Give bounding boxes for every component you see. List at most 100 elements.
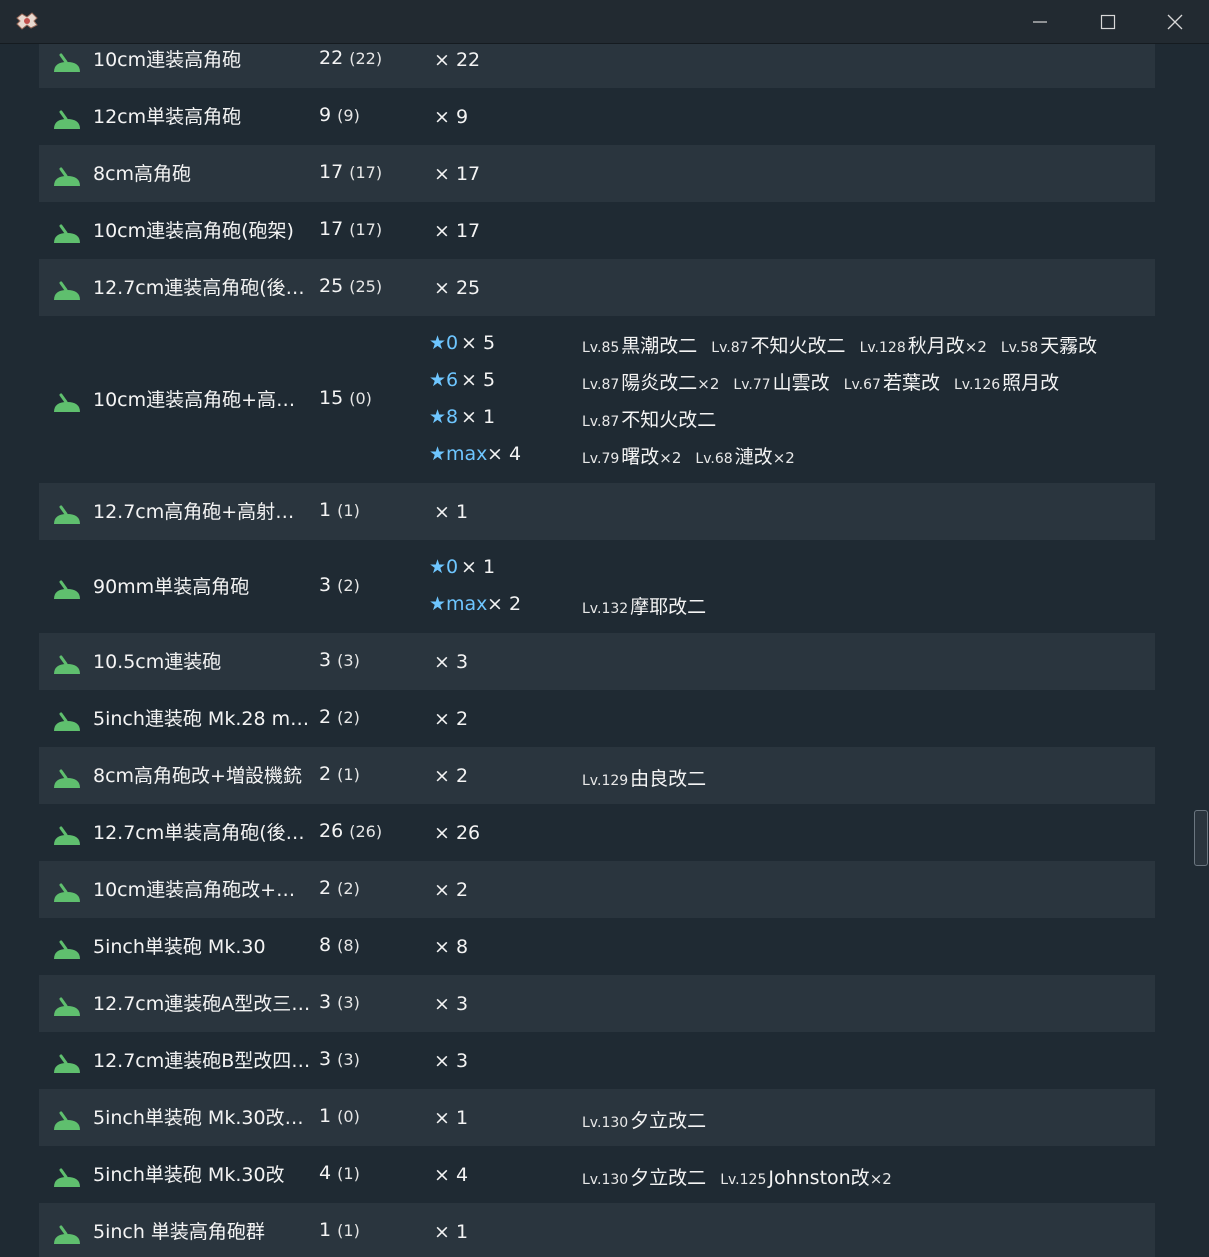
equipped-ships: Lv.79 曙改×2 Lv.68 漣改×2 (582, 442, 809, 469)
ship-entry[interactable]: Lv.129 由良改二 (582, 768, 706, 790)
improvement-line: ★max × 2 Lv.132 摩耶改二 (39, 586, 1155, 623)
ship-level: Lv.67 (843, 377, 881, 393)
quantity-multiplier: × 1 (434, 1106, 469, 1129)
ship-name: 不知火改二 (621, 409, 717, 431)
quantity-multiplier: × 17 (434, 162, 481, 185)
ship-level: Lv.130 (582, 1114, 629, 1131)
quantity-multiplier: × 1 (434, 500, 469, 523)
equipment-row[interactable]: 10cm連装高角砲 22 (22) × 22 (39, 44, 1155, 88)
ship-entry[interactable]: Lv.126 照月改 (954, 372, 1059, 394)
equipment-row[interactable]: 5inch単装砲 Mk.30 8 (8) × 8 (39, 918, 1155, 975)
ship-level: Lv.132 (582, 601, 629, 617)
quantity-multiplier: × 9 (434, 105, 469, 128)
improvement-line: × 2 Lv.129 由良改二 (39, 758, 1155, 795)
equipment-row[interactable]: 10cm連装高角砲(砲架) 17 (17) × 17 (39, 202, 1155, 259)
ship-name: Johnston改 (768, 1166, 870, 1189)
equipment-row[interactable]: 10.5cm連装砲 3 (3) × 3 (39, 633, 1155, 690)
ship-equip-count: ×2 (772, 449, 795, 467)
quantity-multiplier: × 17 (434, 219, 481, 242)
ship-level: Lv.79 (582, 451, 620, 467)
quantity-multiplier: × 3 (434, 650, 469, 673)
equipment-list-panel[interactable]: 10cm連装高角砲 22 (22) × 22 12cm単装高角砲 9 (9) × 9 8cm… (0, 44, 1209, 1257)
quantity-multiplier: × 2 (434, 764, 469, 787)
equipment-row[interactable]: 12.7cm単装高角砲(後… 26 (26) × 26 (39, 804, 1155, 861)
improvement-level: ★8 (429, 406, 459, 428)
equipment-row[interactable]: 5inch連装砲 Mk.28 mod.2 2 (2) × 2 (39, 690, 1155, 747)
improvement-line: × 3 (39, 644, 1155, 681)
improvement-line: × 1 (39, 494, 1155, 531)
ship-entry[interactable]: Lv.87 不知火改二 (582, 409, 716, 431)
equipment-row[interactable]: 12.7cm高角砲+高射装置 1 (1) × 1 (39, 483, 1155, 540)
ship-entry[interactable]: Lv.132 摩耶改二 (582, 596, 706, 618)
equipped-ships: Lv.85 黒潮改二 Lv.87 不知火改二 Lv.128 秋月改×2 Lv.58 天霧改 (582, 331, 1111, 358)
ship-level: Lv.129 (582, 772, 629, 789)
ship-name: 夕立改二 (630, 1109, 707, 1132)
equipment-row[interactable]: 10cm連装高角砲改+増… 2 (2) × 2 (39, 861, 1155, 918)
improvement-line: × 17 (39, 213, 1155, 250)
equipment-row[interactable]: 8cm高角砲 17 (17) × 17 (39, 145, 1155, 202)
improvement-line: ★max × 4 Lv.79 曙改×2 Lv.68 漣改×2 (39, 436, 1155, 473)
ship-name: 山雲改 (772, 372, 830, 394)
ship-entry[interactable]: Lv.85 黒潮改二 (582, 335, 697, 357)
equipped-ships: Lv.130 夕立改二 Lv.125 Johnston改×2 (582, 1163, 906, 1190)
equipment-row[interactable]: 12.7cm連装砲B型改四(… 3 (3) × 3 (39, 1032, 1155, 1089)
ship-equip-count: ×2 (697, 375, 720, 393)
ship-level: Lv.87 (711, 340, 749, 356)
quantity-multiplier: × 5 (461, 369, 496, 391)
ship-entry[interactable]: Lv.128 秋月改×2 (860, 335, 987, 357)
ship-entry[interactable]: Lv.68 漣改×2 (695, 446, 794, 468)
app-logo-icon (16, 12, 38, 30)
improvement-line: ★0 × 1 (39, 549, 1155, 586)
improvement-line: × 22 (39, 44, 1155, 79)
equipped-ships: Lv.87 陽炎改二×2 Lv.77 山雲改 Lv.67 若葉改 Lv.126 照月改 (582, 368, 1073, 395)
ship-name: 由良改二 (630, 767, 707, 790)
equipment-row[interactable]: 90mm単装高角砲 3 (2) ★0 × 1 ★max × 2 Lv.132 摩耶改二 (39, 540, 1155, 633)
scrollbar-thumb[interactable] (1194, 810, 1208, 866)
ship-entry[interactable]: Lv.77 山雲改 (733, 372, 829, 394)
ship-level: Lv.85 (582, 340, 620, 356)
maximize-button[interactable] (1074, 0, 1142, 43)
ship-name: 秋月改 (907, 335, 965, 357)
ship-level: Lv.68 (695, 451, 733, 467)
ship-entry[interactable]: Lv.67 若葉改 (844, 372, 940, 394)
equipment-row[interactable]: 8cm高角砲改+増設機銃 2 (1) × 2 Lv.129 由良改二 (39, 747, 1155, 804)
equipment-row[interactable]: 12.7cm連装高角砲(後… 25 (25) × 25 (39, 259, 1155, 316)
ship-entry[interactable]: Lv.130 夕立改二 (582, 1167, 706, 1189)
ship-entry[interactable]: Lv.87 不知火改二 (711, 335, 845, 357)
improvement-line: × 2 (39, 701, 1155, 738)
ship-entry[interactable]: Lv.87 陽炎改二×2 (582, 372, 719, 394)
quantity-multiplier: × 2 (487, 593, 522, 615)
equipped-ships: Lv.87 不知火改二 (582, 405, 730, 432)
quantity-multiplier: × 2 (434, 878, 469, 901)
ship-name: 夕立改二 (630, 1166, 707, 1189)
quantity-multiplier: × 2 (434, 707, 469, 730)
ship-name: 不知火改二 (750, 335, 846, 357)
ship-equip-count: ×2 (869, 1169, 892, 1188)
equipment-row[interactable]: 5inch単装砲 Mk.30改 4 (1) × 4 Lv.130 夕立改二 Lv.125 J… (39, 1146, 1155, 1203)
ship-equip-count: ×2 (964, 338, 987, 356)
improvement-level: ★6 (429, 369, 459, 391)
quantity-multiplier: × 25 (434, 276, 481, 299)
ship-name: 陽炎改二 (621, 372, 698, 394)
improvement-line: × 3 (39, 1043, 1155, 1080)
ship-name: 黒潮改二 (621, 335, 698, 357)
ship-entry[interactable]: Lv.58 天霧改 (1001, 335, 1097, 357)
quantity-multiplier: × 4 (434, 1163, 469, 1186)
quantity-multiplier: × 26 (434, 821, 481, 844)
close-button[interactable] (1141, 0, 1209, 43)
quantity-multiplier: × 1 (461, 406, 496, 428)
ship-entry[interactable]: Lv.130 夕立改二 (582, 1110, 706, 1132)
equipment-row[interactable]: 5inch単装砲 Mk.30改+… 1 (0) × 1 Lv.130 夕立改二 (39, 1089, 1155, 1146)
equipment-row[interactable]: 10cm連装高角砲+高射… 15 (0) ★0 × 5 Lv.85 黒潮改二 Lv.87 不知… (39, 316, 1155, 483)
improvement-line: × 3 (39, 986, 1155, 1023)
equipment-row[interactable]: 12cm単装高角砲 9 (9) × 9 (39, 88, 1155, 145)
equipment-row[interactable]: 5inch 単装高角砲群 1 (1) × 1 (39, 1203, 1155, 1257)
ship-entry[interactable]: Lv.79 曙改×2 (582, 446, 681, 468)
ship-entry[interactable]: Lv.125 Johnston改×2 (720, 1167, 892, 1189)
improvement-level: ★0 (429, 556, 459, 578)
ship-name: 曙改 (621, 446, 660, 468)
improvement-level: ★0 (429, 332, 459, 354)
minimize-button[interactable] (1006, 0, 1074, 43)
equipment-row[interactable]: 12.7cm連装砲A型改三(… 3 (3) × 3 (39, 975, 1155, 1032)
ship-level: Lv.87 (582, 377, 620, 393)
